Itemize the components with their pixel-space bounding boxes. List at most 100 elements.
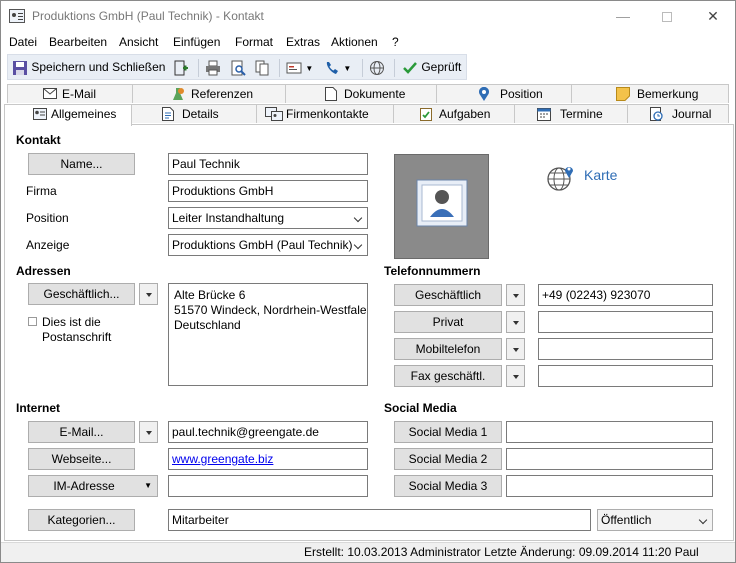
phone-private-dropdown[interactable]: [506, 311, 525, 333]
menu-bearbeiten[interactable]: Bearbeiten: [49, 35, 107, 49]
save-new-button[interactable]: [173, 58, 191, 78]
print-button[interactable]: [205, 58, 223, 78]
close-button[interactable]: ✕: [691, 1, 735, 31]
phone-private-button[interactable]: Privat: [394, 311, 502, 333]
anzeige-label: Anzeige: [26, 238, 70, 252]
tab-allgemeines[interactable]: Allgemeines: [4, 104, 132, 126]
website-field[interactable]: www.greengate.biz: [168, 448, 368, 470]
section-adressen: Adressen: [16, 264, 71, 278]
name-button[interactable]: Name...: [28, 153, 135, 175]
tab-bemerkung[interactable]: Bemerkung: [571, 84, 729, 103]
position-select[interactable]: Leiter Instandhaltung: [168, 207, 368, 229]
firma-label: Firma: [26, 184, 57, 198]
postal-address-checkbox[interactable]: [28, 317, 37, 326]
section-social-media: Social Media: [384, 401, 457, 415]
tab-termine-label: Termine: [560, 107, 603, 121]
tab-referenzen-label: Referenzen: [191, 87, 254, 101]
tab-termine[interactable]: Termine: [514, 104, 628, 123]
tab-firmenkontakte[interactable]: Firmenkontakte: [256, 104, 394, 123]
address-textarea[interactable]: Alte Brücke 6 51570 Windeck, Nordrhein-W…: [168, 283, 368, 386]
social-media-2-field[interactable]: [506, 448, 713, 470]
menu-help[interactable]: ?: [392, 35, 399, 49]
im-address-button[interactable]: IM-Adresse ▼: [28, 475, 158, 497]
dropdown-arrow-icon: ▼: [343, 64, 352, 73]
visibility-select[interactable]: Öffentlich: [597, 509, 713, 531]
card-view-dropdown[interactable]: ▼: [286, 58, 318, 78]
tab-details[interactable]: Details: [131, 104, 257, 123]
verified-button[interactable]: Geprüft: [402, 58, 466, 78]
menu-aktionen[interactable]: Aktionen: [331, 35, 378, 49]
phone-icon: [326, 61, 338, 74]
phone-private-field[interactable]: [538, 311, 713, 333]
phone-mobile-dropdown[interactable]: [506, 338, 525, 360]
copy-button[interactable]: [254, 58, 272, 78]
phone-business-button[interactable]: Geschäftlich: [394, 284, 502, 306]
phone-business-field[interactable]: +49 (02243) 923070: [538, 284, 713, 306]
web-button[interactable]: [369, 58, 389, 78]
social-media-3-button[interactable]: Social Media 3: [394, 475, 502, 497]
business-card-icon: [286, 62, 302, 74]
categories-field[interactable]: Mitarbeiter: [168, 509, 591, 531]
details-document-icon: [162, 107, 174, 121]
menu-format[interactable]: Format: [235, 35, 273, 49]
map-label: Karte: [584, 167, 618, 183]
save-close-button[interactable]: Speichern und Schließen: [12, 58, 172, 78]
address-type-button[interactable]: Geschäftlich...: [28, 283, 135, 305]
website-button[interactable]: Webseite...: [28, 448, 135, 470]
tabs-bottom-row: Allgemeines Details Firmenkontakte Aufga…: [1, 104, 736, 126]
tab-aufgaben-label: Aufgaben: [439, 107, 491, 121]
contact-photo[interactable]: [394, 154, 489, 259]
tab-position[interactable]: Position: [436, 84, 572, 103]
social-media-2-button[interactable]: Social Media 2: [394, 448, 502, 470]
social-media-1-button[interactable]: Social Media 1: [394, 421, 502, 443]
document-icon: [325, 87, 337, 101]
tab-allgemeines-label: Allgemeines: [51, 107, 117, 121]
call-dropdown[interactable]: ▼: [324, 58, 356, 78]
copy-document-icon: [255, 60, 269, 76]
contact-card-icon: [9, 9, 25, 23]
postal-address-label: Dies ist die Postanschrift: [42, 315, 112, 344]
email-field[interactable]: paul.technik@greengate.de: [168, 421, 368, 443]
email-dropdown[interactable]: [139, 421, 158, 443]
tab-referenzen[interactable]: Referenzen: [132, 84, 286, 103]
phone-fax-field[interactable]: [538, 365, 713, 387]
social-media-3-field[interactable]: [506, 475, 713, 497]
phone-business-dropdown[interactable]: [506, 284, 525, 306]
email-button[interactable]: E-Mail...: [28, 421, 135, 443]
menu-extras[interactable]: Extras: [286, 35, 320, 49]
toolbar-separator: [362, 59, 363, 77]
firma-field[interactable]: Produktions GmbH: [168, 180, 368, 202]
status-bar: Erstellt: 10.03.2013 Administrator Letzt…: [1, 542, 735, 562]
phone-mobile-field[interactable]: [538, 338, 713, 360]
phone-mobile-button[interactable]: Mobiltelefon: [394, 338, 502, 360]
address-type-dropdown[interactable]: [139, 283, 158, 305]
tab-journal-label: Journal: [672, 107, 712, 121]
tab-aufgaben[interactable]: Aufgaben: [393, 104, 515, 123]
social-media-1-field[interactable]: [506, 421, 713, 443]
anzeige-select[interactable]: Produktions GmbH (Paul Technik): [168, 234, 368, 256]
name-field[interactable]: Paul Technik: [168, 153, 368, 175]
print-preview-button[interactable]: [230, 58, 248, 78]
im-address-field[interactable]: [168, 475, 368, 497]
note-icon: [616, 87, 630, 101]
maximize-button[interactable]: [645, 1, 689, 31]
website-link[interactable]: www.greengate.biz: [172, 452, 273, 466]
toolbar: Speichern und Schließen ▼ ▼ Geprüft: [7, 54, 467, 80]
tab-dokumente[interactable]: Dokumente: [285, 84, 437, 103]
tab-email[interactable]: E-Mail: [7, 84, 133, 103]
minimize-button[interactable]: —: [601, 1, 645, 31]
categories-button[interactable]: Kategorien...: [28, 509, 135, 531]
contact-window: Produktions GmbH (Paul Technik) - Kontak…: [0, 0, 736, 563]
toolbar-separator: [279, 59, 280, 77]
menu-datei[interactable]: Datei: [9, 35, 37, 49]
print-preview-icon: [231, 60, 246, 76]
tab-dokumente-label: Dokumente: [344, 87, 406, 101]
toolbar-separator: [394, 59, 395, 77]
phone-fax-dropdown[interactable]: [506, 365, 525, 387]
menu-ansicht[interactable]: Ansicht: [119, 35, 158, 49]
menu-einfuegen[interactable]: Einfügen: [173, 35, 220, 49]
phone-fax-button[interactable]: Fax geschäftl.: [394, 365, 502, 387]
tab-journal[interactable]: Journal: [627, 104, 729, 123]
map-link[interactable]: Karte: [545, 162, 635, 192]
menu-bar: Datei Bearbeiten Ansicht Einfügen Format…: [1, 32, 735, 52]
